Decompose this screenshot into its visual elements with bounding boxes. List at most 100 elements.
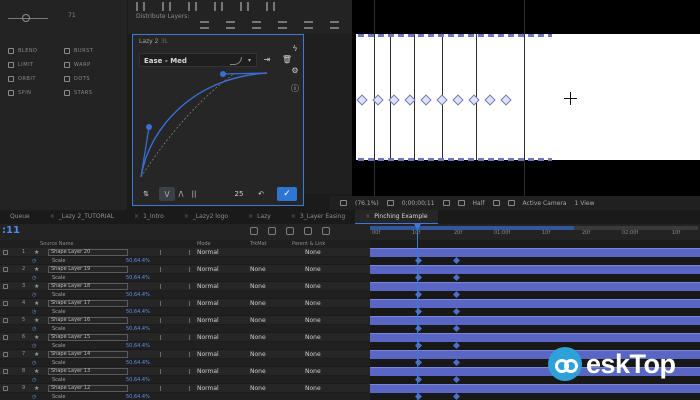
align-right-icon[interactable] (188, 2, 197, 11)
draft-3d-icon[interactable] (250, 227, 258, 235)
effect-item[interactable]: BLEND (8, 48, 64, 54)
align-hcenter-icon[interactable] (162, 2, 171, 11)
keyframe[interactable] (452, 324, 461, 333)
blend-mode-select[interactable]: Normal (197, 249, 219, 256)
property-value[interactable]: 50,64.4% (126, 377, 150, 383)
settings-icon[interactable]: ⚙ (289, 65, 301, 77)
layer-row[interactable]: 6 ★ Shape Layer 15 Normal None None (0, 333, 370, 342)
layer-switches[interactable] (160, 352, 190, 357)
stopwatch-icon[interactable]: ◷ (32, 343, 36, 349)
column-mode[interactable]: Mode (197, 241, 211, 247)
close-icon[interactable]: × (365, 210, 370, 224)
layer-switches[interactable] (160, 284, 190, 289)
layer-row[interactable]: 1 ★ Shape Layer 20 Normal None (0, 248, 370, 257)
distribute-hcenter-icon[interactable] (304, 21, 313, 29)
parent-select[interactable]: None (305, 368, 321, 375)
layer-switches[interactable] (160, 301, 190, 306)
tab-intro[interactable]: × 1_Intro (124, 210, 174, 224)
eye-icon[interactable] (3, 267, 8, 272)
column-parent[interactable]: Parent & Link (292, 241, 325, 247)
blend-mode-select[interactable]: Normal (197, 300, 219, 307)
keyframe[interactable] (452, 375, 461, 384)
stopwatch-icon[interactable]: ◷ (32, 377, 36, 383)
keyframe-marker[interactable] (484, 94, 496, 106)
split-button[interactable]: || (189, 187, 199, 201)
keyframe[interactable] (452, 341, 461, 350)
tab-layer-easing[interactable]: × 3_Layer Easing (281, 210, 355, 224)
time-ruler[interactable]: 00f 10f 20f 01:00f 10f 20f 02:00f 10f (370, 230, 700, 240)
eye-icon[interactable] (3, 301, 8, 306)
color-icon[interactable] (457, 200, 465, 206)
keyframe-marker[interactable] (500, 94, 512, 106)
camera-icon[interactable] (442, 200, 450, 206)
layer-switches[interactable] (160, 386, 190, 391)
close-icon[interactable]: × (184, 210, 189, 224)
lightning-icon[interactable]: ϟ (289, 43, 301, 55)
stopwatch-icon[interactable]: ◷ (32, 326, 36, 332)
layer-switches[interactable] (160, 318, 190, 323)
tab-pinching-example[interactable]: × Pinching Example (355, 210, 438, 224)
layer-row[interactable]: 3 ★ Shape Layer 18 Normal None None (0, 282, 370, 291)
region-icon[interactable] (492, 200, 500, 206)
blend-mode-select[interactable]: Normal (197, 368, 219, 375)
property-row[interactable]: ◷ Scale 50,64.4% (0, 342, 370, 350)
column-source-name[interactable]: Source Name (40, 241, 74, 247)
property-value[interactable]: 50,64.4% (126, 275, 150, 281)
blend-mode-select[interactable]: Normal (197, 351, 219, 358)
trkmat-select[interactable]: None (250, 368, 266, 375)
align-top-icon[interactable] (214, 2, 223, 11)
keyframe-marker[interactable] (468, 94, 480, 106)
zoom-level[interactable]: (76.1%) (355, 200, 379, 207)
layer-row[interactable]: 7 ★ Shape Layer 14 Normal None None (0, 350, 370, 359)
property-value[interactable]: 50,64.4% (126, 360, 150, 366)
align-bottom-icon[interactable] (266, 2, 275, 11)
keyframe[interactable] (452, 307, 461, 316)
effect-item[interactable]: STARS (64, 90, 120, 96)
stopwatch-icon[interactable]: ◷ (32, 292, 36, 298)
align-left-icon[interactable] (136, 2, 145, 11)
tab-lazy[interactable]: × Lazy (238, 210, 281, 224)
distribute-bottom-icon[interactable] (252, 21, 261, 29)
layer-name[interactable]: Shape Layer 14 (48, 351, 128, 358)
effect-item[interactable]: BURST (64, 48, 120, 54)
current-timecode[interactable]: 0;00;00;11 (402, 200, 435, 207)
trkmat-select[interactable]: None (250, 351, 266, 358)
stopwatch-icon[interactable]: ◷ (32, 258, 36, 264)
trkmat-select[interactable]: None (250, 300, 266, 307)
layer-duration-bar[interactable] (370, 299, 700, 308)
ease-in-button[interactable]: \/ (159, 187, 175, 201)
close-icon[interactable]: × (50, 210, 55, 224)
layer-row[interactable]: 4 ★ Shape Layer 17 Normal None None (0, 299, 370, 308)
grid-icon[interactable] (340, 200, 347, 206)
keyframe-marker[interactable] (404, 94, 416, 106)
property-row[interactable]: ◷ Scale 50,64.4% (0, 274, 370, 282)
preset-dropdown[interactable]: Ease - Med ▾ (139, 53, 257, 67)
graph-editor-icon[interactable] (322, 227, 330, 235)
property-row[interactable]: ◷ Scale 50,64.4% (0, 359, 370, 367)
stopwatch-icon[interactable]: ◷ (32, 275, 36, 281)
undo-icon[interactable]: ↶ (255, 187, 267, 201)
keyframe[interactable] (452, 273, 461, 282)
layer-name[interactable]: Shape Layer 12 (48, 385, 128, 392)
eye-icon[interactable] (3, 386, 8, 391)
ease-curve-graph[interactable] (135, 69, 285, 179)
tab-lazy2-logo[interactable]: × _Lazy2 logo (174, 210, 238, 224)
layer-duration-bar[interactable] (370, 248, 700, 257)
trkmat-select[interactable]: None (250, 385, 266, 392)
swap-button[interactable]: ⇅ (139, 187, 153, 201)
keyframe-marker[interactable] (388, 94, 400, 106)
layer-duration-bar[interactable] (370, 265, 700, 274)
layer-row[interactable]: 5 ★ Shape Layer 16 Normal None None (0, 316, 370, 325)
eye-icon[interactable] (3, 318, 8, 323)
distribute-top-icon[interactable] (200, 21, 209, 29)
trkmat-select[interactable]: None (250, 283, 266, 290)
keyframe[interactable] (452, 290, 461, 299)
blend-mode-select[interactable]: Normal (197, 385, 219, 392)
apply-button[interactable]: ✓ (277, 187, 297, 201)
blend-mode-select[interactable]: Normal (197, 317, 219, 324)
info-icon[interactable]: ⓘ (289, 83, 301, 95)
distribute-right-icon[interactable] (330, 21, 339, 29)
stopwatch-icon[interactable]: ◷ (32, 309, 36, 315)
layer-switches[interactable] (160, 369, 190, 374)
layer-duration-bar[interactable] (370, 384, 700, 393)
